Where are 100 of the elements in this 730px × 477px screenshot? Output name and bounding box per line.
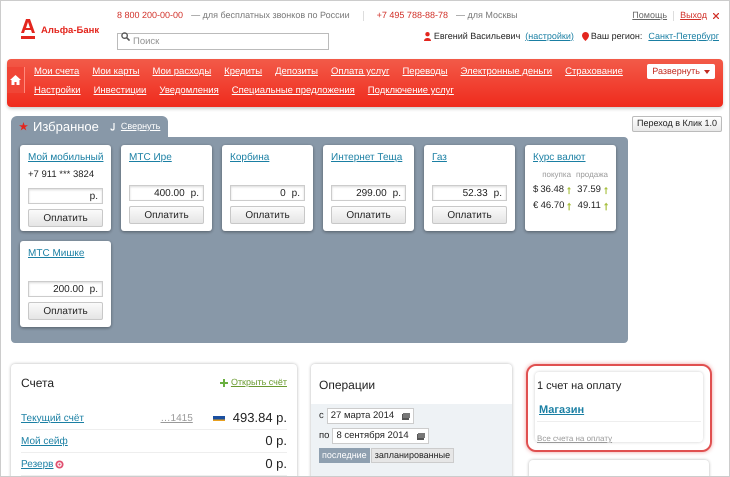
- amount-field[interactable]: 400.00 р.: [129, 185, 204, 201]
- account-link[interactable]: Резерв: [21, 456, 54, 472]
- all-invoices-link[interactable]: Все счета на оплату: [537, 434, 612, 443]
- currency-label: р.: [90, 282, 98, 296]
- phone-number: +7 911 *** 3824: [28, 168, 96, 182]
- favorites-title: Избранное: [33, 118, 99, 136]
- operations-tab[interactable]: запланированные: [370, 448, 454, 463]
- accounts-title: Счета: [21, 375, 54, 392]
- rate-column-header: покупка: [542, 169, 572, 181]
- amount-value: 400.00: [154, 186, 185, 200]
- nav-link[interactable]: Мои расходы: [152, 65, 212, 80]
- location-pin-icon: [582, 32, 589, 41]
- currency-label: р.: [190, 186, 199, 200]
- currency-sign: $: [533, 183, 540, 197]
- pay-button[interactable]: Оплатить: [331, 206, 406, 224]
- date-field[interactable]: 8 сентября 2014: [332, 428, 429, 444]
- classic-version-button[interactable]: Переход в Клик 1.0: [632, 116, 722, 132]
- search-field[interactable]: Поиск: [117, 33, 329, 50]
- search-icon: [121, 32, 130, 41]
- calendar-icon: [416, 432, 425, 440]
- account-number-link[interactable]: …1415: [160, 410, 193, 426]
- nav-link[interactable]: Кредиты: [224, 65, 262, 80]
- buy-rate: 36.48: [540, 183, 564, 197]
- payment-title-link[interactable]: МТС Ире: [129, 150, 172, 165]
- invoice-title: 1 счет на оплату: [537, 379, 622, 394]
- pay-button[interactable]: Оплатить: [230, 206, 305, 224]
- logo-icon: [21, 19, 35, 39]
- plus-icon: [220, 379, 228, 387]
- pay-button[interactable]: Оплатить: [129, 206, 204, 224]
- amount-value: 0: [280, 186, 286, 200]
- rate-column-header: продажа: [576, 169, 608, 181]
- settings-link[interactable]: (настройки): [525, 30, 574, 43]
- pay-button[interactable]: Оплатить: [28, 209, 103, 228]
- nav-link[interactable]: Переводы: [402, 65, 448, 80]
- phone-number: 8 800 200-00-00: [117, 9, 184, 22]
- nav-link[interactable]: Страхование: [565, 65, 623, 80]
- calendar-icon: [402, 412, 410, 420]
- nav-link[interactable]: Электронные деньги: [460, 65, 552, 80]
- amount-value: 52.33: [462, 186, 488, 200]
- collapse-link[interactable]: Свернуть: [120, 120, 160, 134]
- amount-value: 200.00: [53, 282, 84, 296]
- caret-icon: [704, 70, 710, 74]
- phone-number: +7 495 788-88-78: [376, 9, 448, 22]
- invoice-link[interactable]: Магазин: [539, 402, 701, 418]
- help-link[interactable]: Помощь: [632, 9, 668, 23]
- phone-note: — для Москвы: [456, 9, 518, 22]
- amount-field[interactable]: 52.33 р.: [432, 185, 507, 201]
- user-name: Евгений Васильевич: [434, 30, 520, 42]
- nav-link[interactable]: Специальные предложения: [232, 84, 355, 98]
- amount-field[interactable]: 0 р.: [230, 185, 305, 201]
- buy-rate: 46.70: [540, 199, 564, 214]
- operations-tab[interactable]: последние: [319, 448, 370, 463]
- close-icon: [713, 13, 719, 19]
- payment-title-link[interactable]: Газ: [432, 150, 447, 165]
- currency-label: р.: [392, 186, 401, 200]
- currency-label: р.: [494, 186, 502, 200]
- payment-title-link[interactable]: Мой мобильный: [28, 150, 104, 165]
- sell-rate: 37.59: [577, 183, 601, 197]
- currency-sign: €: [533, 199, 540, 214]
- amount-value: 299.00: [356, 186, 387, 200]
- nav-link[interactable]: Уведомления: [159, 84, 219, 98]
- date-range-label: с: [319, 408, 324, 423]
- phone-note: — для бесплатных звонков по России: [191, 9, 350, 22]
- user-icon: [424, 32, 431, 41]
- rates-title-link[interactable]: Курс валют: [533, 150, 586, 165]
- payment-title-link[interactable]: МТС Мишке: [28, 246, 84, 261]
- date-field[interactable]: 27 марта 2014: [326, 408, 414, 424]
- sell-rate: 49.11: [578, 199, 601, 214]
- pay-button[interactable]: Оплатить: [28, 302, 103, 320]
- region-link[interactable]: Санкт-Петербург: [648, 30, 719, 43]
- account-link[interactable]: Мой сейф: [21, 434, 68, 448]
- nav-link[interactable]: Инвестиции: [94, 84, 146, 98]
- nav-link[interactable]: Подключение услуг: [368, 84, 454, 98]
- amount-field[interactable]: 200.00 р.: [28, 281, 103, 297]
- home-icon: [10, 75, 21, 85]
- amount-field[interactable]: 299.00 р.: [331, 185, 406, 201]
- amount-field[interactable]: р.: [28, 188, 103, 204]
- operations-title: Операции: [319, 378, 376, 392]
- expand-button[interactable]: Развернуть: [647, 64, 715, 79]
- nav-link[interactable]: Депозиты: [275, 65, 318, 80]
- region-label: Ваш регион:: [590, 30, 642, 43]
- date-range-label: по: [319, 428, 330, 443]
- nav-link[interactable]: Оплата услуг: [330, 65, 390, 80]
- account-balance: 493.84 р.: [232, 409, 287, 428]
- nav-link[interactable]: Мои карты: [92, 65, 140, 80]
- account-balance: 0 р.: [265, 455, 287, 474]
- brand-name: Альфа-Банк: [41, 24, 100, 38]
- payment-title-link[interactable]: Интернет Теща: [331, 150, 402, 165]
- pay-button[interactable]: Оплатить: [432, 206, 507, 224]
- currency-label: р.: [90, 190, 98, 204]
- open-account-link[interactable]: Открыть счёт: [230, 376, 287, 390]
- nav-link[interactable]: Настройки: [34, 84, 81, 98]
- logout-link[interactable]: Выход: [680, 9, 707, 23]
- currency-label: р.: [292, 186, 300, 200]
- account-link[interactable]: Текущий счёт: [21, 410, 84, 426]
- star-icon: [19, 122, 28, 131]
- nav-link[interactable]: Мои счета: [34, 65, 80, 80]
- home-button[interactable]: [7, 67, 25, 93]
- account-balance: 0 р.: [265, 432, 287, 450]
- payment-title-link[interactable]: Корбина: [230, 150, 270, 165]
